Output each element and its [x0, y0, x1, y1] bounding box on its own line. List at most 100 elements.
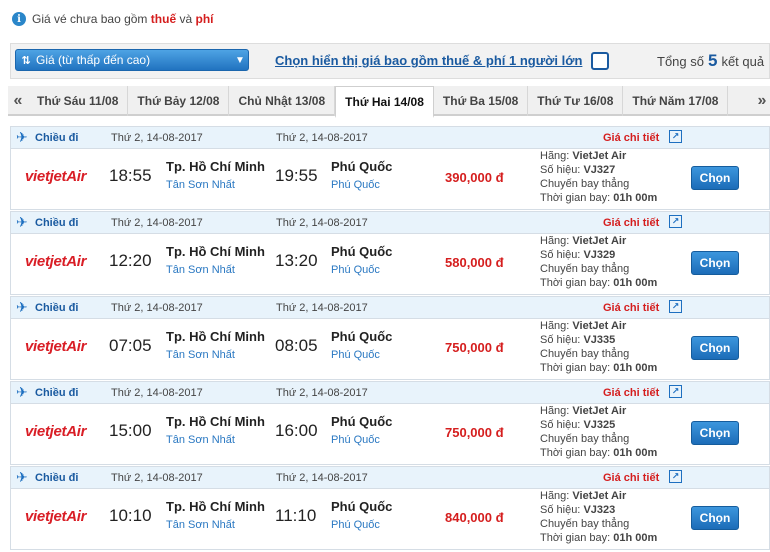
flight-info: Hãng: VietJet Air Số hiệu: VJ325 Chuyến … [540, 404, 657, 460]
airline-line: Hãng: VietJet Air [540, 404, 657, 418]
choose-button[interactable]: Chọn [691, 251, 739, 275]
departure-airport: Tân Sơn Nhất [166, 179, 235, 191]
external-link-icon[interactable]: ↗ [669, 130, 682, 143]
flight-info: Hãng: VietJet Air Số hiệu: VJ329 Chuyến … [540, 234, 657, 290]
flight-result: ✈ Chiều đi Thứ 2, 14-08-2017 Thứ 2, 14-0… [10, 381, 770, 465]
price-detail-link[interactable]: Giá chi tiết [603, 217, 659, 229]
flight-duration: 01h 00m [613, 532, 658, 544]
flight-number: VJ329 [583, 249, 616, 261]
chevron-down-icon: ▼ [235, 54, 245, 66]
date-tab[interactable]: Chủ Nhật 13/08 [229, 86, 336, 116]
choose-button[interactable]: Chọn [691, 336, 739, 360]
airline-line: Hãng: VietJet Air [540, 149, 657, 163]
departure-date: Thứ 2, 14-08-2017 [111, 302, 203, 314]
flight-number-label: Số hiệu: [540, 504, 581, 516]
date-tab[interactable]: Thứ Năm 17/08 [623, 86, 729, 116]
flight-result: ✈ Chiều đi Thứ 2, 14-08-2017 Thứ 2, 14-0… [10, 126, 770, 210]
date-tab[interactable]: Thứ Ba 15/08 [434, 86, 529, 116]
flight-type: Chuyến bay thẳng [540, 348, 630, 360]
logo-text: vietjetAir [25, 168, 87, 185]
external-link-icon[interactable]: ↗ [669, 300, 682, 313]
price-detail-link[interactable]: Giá chi tiết [603, 387, 659, 399]
price-notice: i Giá vé chưa bao gồm thuế và phí [12, 10, 214, 28]
flight-number-label: Số hiệu: [540, 419, 581, 431]
flight-result: ✈ Chiều đi Thứ 2, 14-08-2017 Thứ 2, 14-0… [10, 466, 770, 550]
departure-airport: Tân Sơn Nhất [166, 349, 235, 361]
flight-number-label: Số hiệu: [540, 164, 581, 176]
departure-date: Thứ 2, 14-08-2017 [111, 387, 203, 399]
arrival-time: 19:55 [275, 166, 318, 185]
departure-airport: Tân Sơn Nhất [166, 434, 235, 446]
date-tab[interactable]: Thứ Sáu 11/08 [28, 86, 129, 116]
departure-date: Thứ 2, 14-08-2017 [111, 217, 203, 229]
choose-button[interactable]: Chọn [691, 421, 739, 445]
result-header: ✈ Chiều đi Thứ 2, 14-08-2017 Thứ 2, 14-0… [11, 467, 769, 489]
airplane-icon: ✈ [16, 469, 28, 485]
airplane-icon: ✈ [16, 129, 28, 145]
arrival-time: 16:00 [275, 421, 318, 440]
direction-label: Chiều đi [35, 472, 79, 484]
date-tab[interactable]: Thứ Tư 16/08 [528, 86, 624, 116]
airline-label: Hãng: [540, 405, 570, 417]
direction-label: Chiều đi [35, 217, 79, 229]
arrival-airport: Phú Quốc [331, 179, 380, 191]
include-tax-link[interactable]: Chọn hiển thị giá bao gồm thuế & phí 1 n… [275, 53, 582, 68]
arrival-date: Thứ 2, 14-08-2017 [276, 472, 368, 484]
arrival-date: Thứ 2, 14-08-2017 [276, 132, 368, 144]
price-detail-link[interactable]: Giá chi tiết [603, 132, 659, 144]
date-tab[interactable]: Thứ Hai 14/08 [335, 86, 434, 118]
price-detail-link[interactable]: Giá chi tiết [603, 472, 659, 484]
arrival-time: 13:20 [275, 251, 318, 270]
vietjet-logo: vietjetAir [25, 508, 87, 525]
flight-duration: 01h 00m [613, 277, 658, 289]
external-link-icon[interactable]: ↗ [669, 385, 682, 398]
airline-label: Hãng: [540, 150, 570, 162]
flight-type: Chuyến bay thẳng [540, 433, 630, 445]
vietjet-logo: vietjetAir [25, 338, 87, 355]
logo-text: vietjetAir [25, 253, 87, 270]
date-tab[interactable]: Thứ Bảy 12/08 [128, 86, 230, 116]
airline-name: VietJet Air [572, 405, 627, 417]
external-link-icon[interactable]: ↗ [669, 215, 682, 228]
arrival-city: Phú Quốc [331, 414, 393, 429]
duration-line: Thời gian bay: 01h 00m [540, 446, 657, 460]
airline-name: VietJet Air [572, 490, 627, 502]
airline-name: VietJet Air [572, 150, 627, 162]
departure-time: 15:00 [109, 421, 152, 440]
result-body: vietjetAir 12:20 Tp. Hồ Chí Minh Tân Sơn… [11, 234, 769, 294]
airline-name: VietJet Air [572, 320, 627, 332]
price-detail-link[interactable]: Giá chi tiết [603, 302, 659, 314]
arrival-city: Phú Quốc [331, 244, 393, 259]
include-tax-checkbox[interactable] [591, 52, 609, 70]
departure-date: Thứ 2, 14-08-2017 [111, 132, 203, 144]
choose-button[interactable]: Chọn [691, 506, 739, 530]
arrival-airport: Phú Quốc [331, 519, 380, 531]
logo-text: vietjetAir [25, 338, 87, 355]
choose-button[interactable]: Chọn [691, 166, 739, 190]
ticket-price: 840,000 đ [445, 510, 504, 525]
flight-result: ✈ Chiều đi Thứ 2, 14-08-2017 Thứ 2, 14-0… [10, 296, 770, 380]
airline-line: Hãng: VietJet Air [540, 319, 657, 333]
flight-number: VJ335 [583, 334, 616, 346]
ticket-price: 750,000 đ [445, 425, 504, 440]
departure-time: 10:10 [109, 506, 152, 525]
flight-type: Chuyến bay thẳng [540, 518, 630, 530]
flight-number-label: Số hiệu: [540, 249, 581, 261]
sort-select[interactable]: ⇅ Giá (từ thấp đến cao) ▼ [15, 49, 249, 71]
airline-line: Hãng: VietJet Air [540, 234, 657, 248]
airline-label: Hãng: [540, 235, 570, 247]
total-suffix: kết quả [721, 54, 765, 69]
vietjet-logo: vietjetAir [25, 253, 87, 270]
flight-duration: 01h 00m [613, 362, 658, 374]
result-body: vietjetAir 10:10 Tp. Hồ Chí Minh Tân Sơn… [11, 489, 769, 549]
result-body: vietjetAir 07:05 Tp. Hồ Chí Minh Tân Sơn… [11, 319, 769, 379]
sort-icon: ⇅ [21, 54, 31, 67]
prev-dates-button[interactable]: « [10, 89, 26, 113]
next-dates-button[interactable]: » [754, 89, 770, 113]
result-toolbar: ⇅ Giá (từ thấp đến cao) ▼ Chọn hiển thị … [10, 43, 770, 79]
external-link-icon[interactable]: ↗ [669, 470, 682, 483]
ticket-price: 580,000 đ [445, 255, 504, 270]
date-tab-bar: « Thứ Sáu 11/08 Thứ Bảy 12/08 Chủ Nhật 13/… [8, 86, 770, 118]
arrival-date: Thứ 2, 14-08-2017 [276, 217, 368, 229]
total-count: 5 [707, 51, 718, 70]
